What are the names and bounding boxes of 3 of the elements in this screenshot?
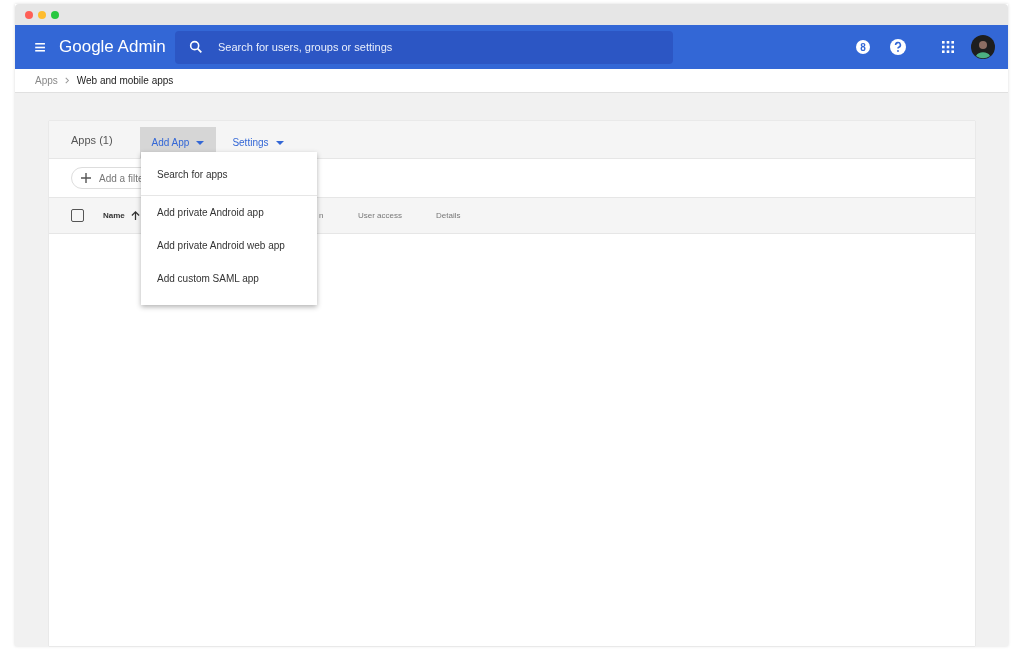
product-name: Google Admin [59, 37, 167, 57]
apps-title: Apps (1) [71, 133, 113, 146]
breadcrumb-item: Web and mobile apps [76, 75, 174, 86]
